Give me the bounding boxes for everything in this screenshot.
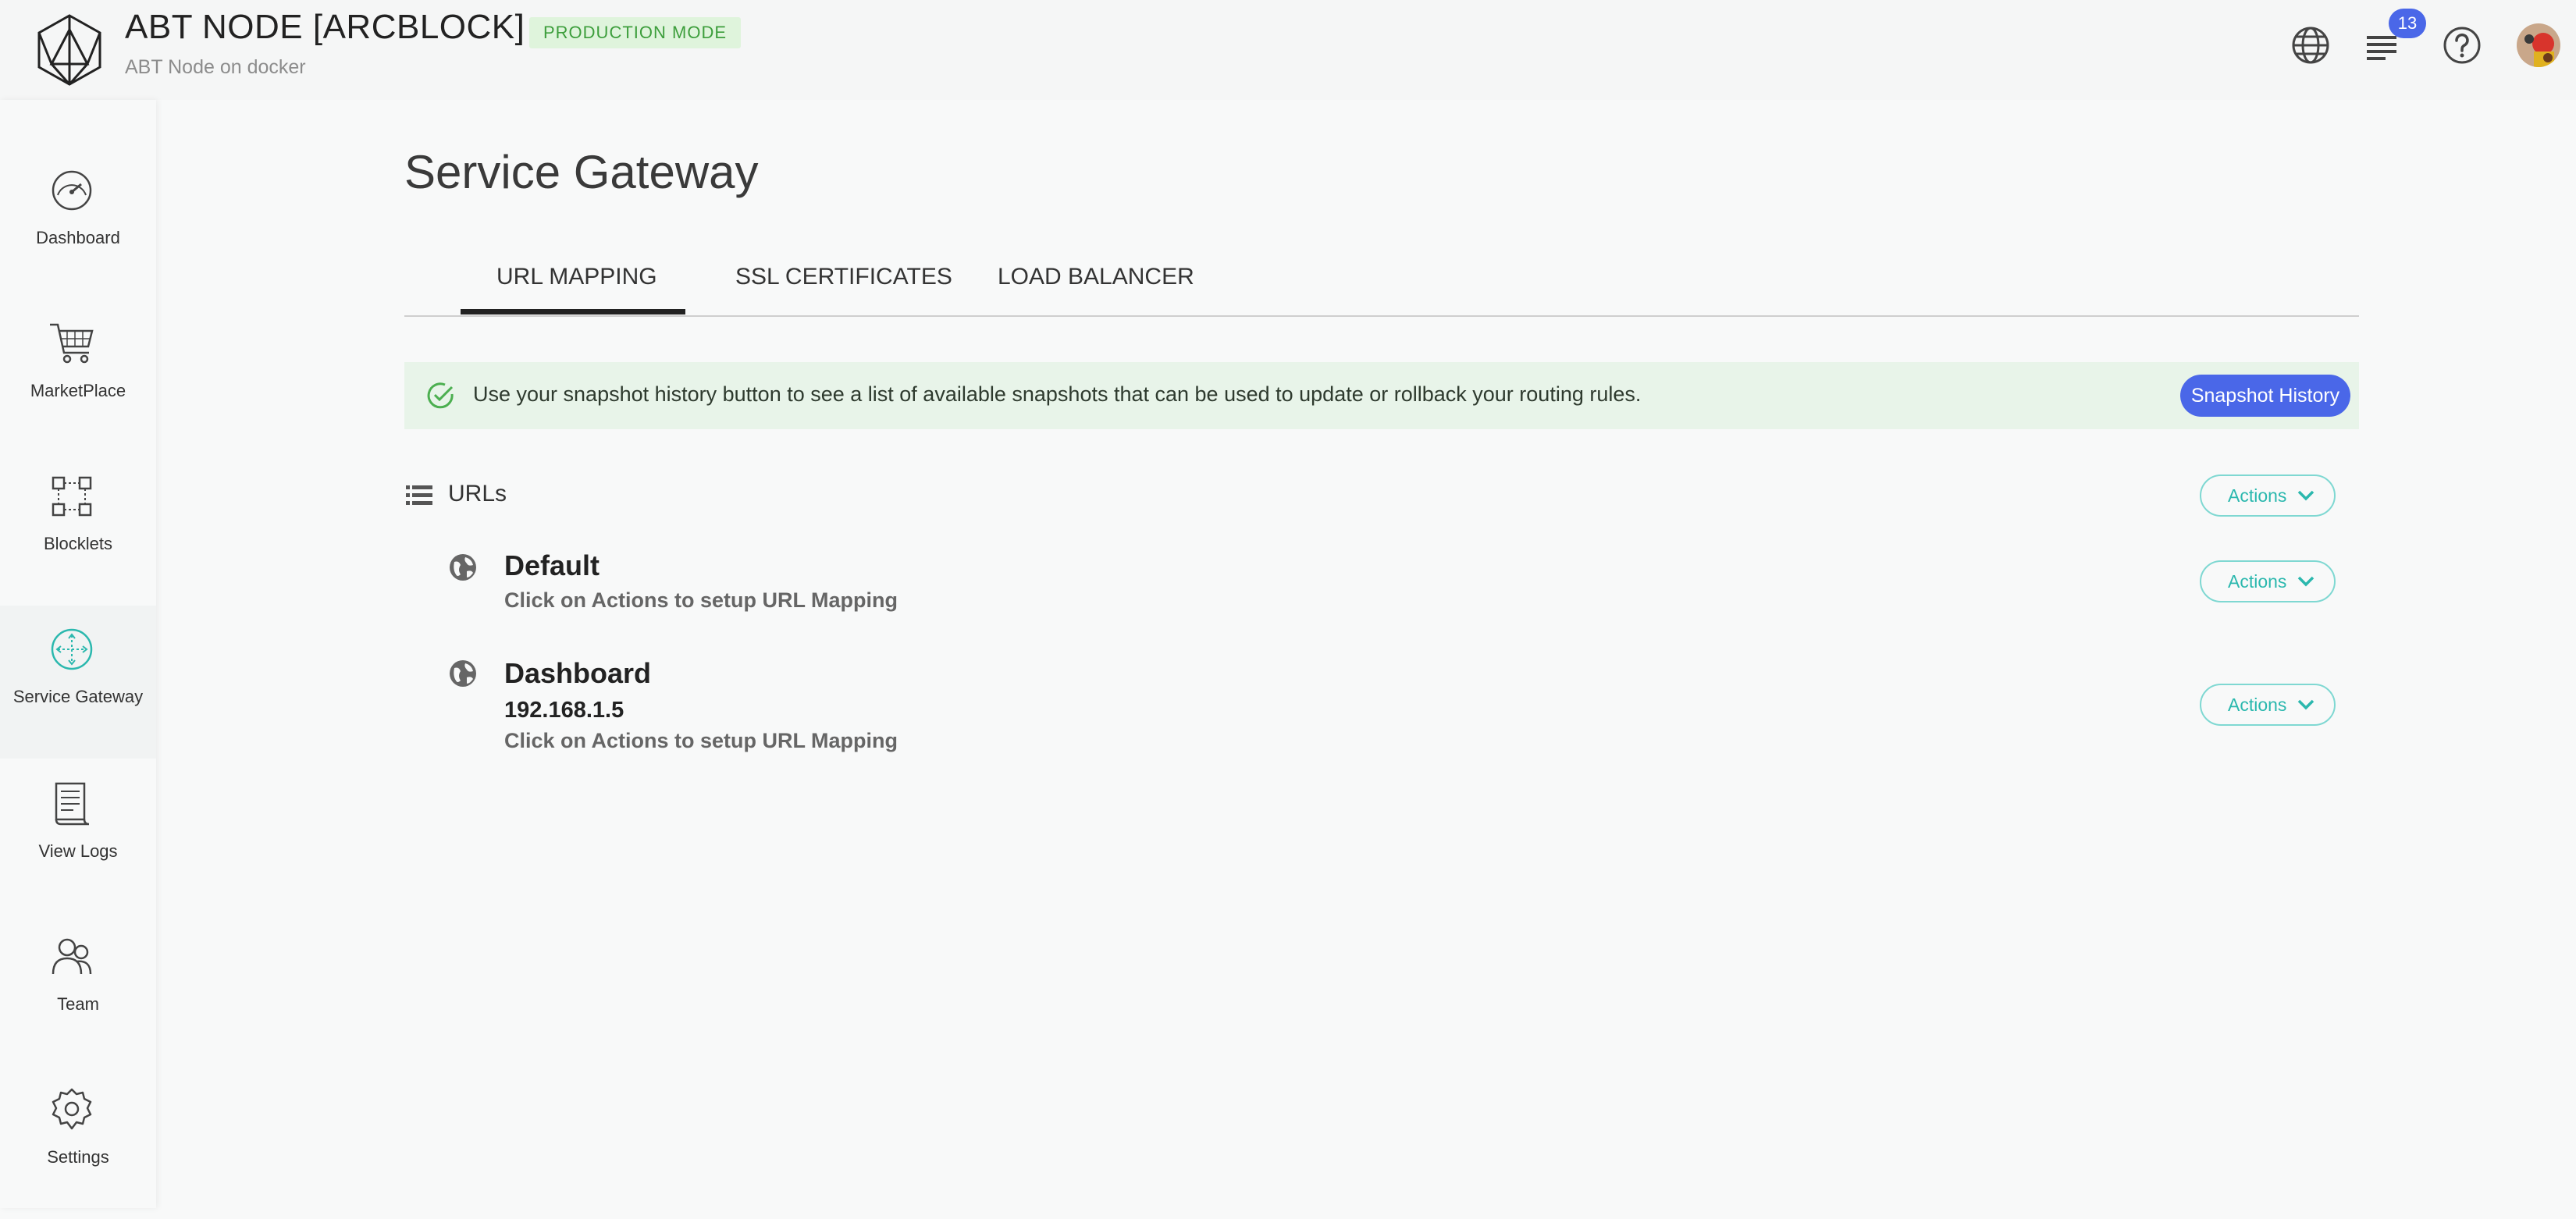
sidebar-item-label: Settings xyxy=(47,1147,109,1167)
tab-ssl-certificates[interactable]: SSL CERTIFICATES xyxy=(735,264,952,290)
list-icon xyxy=(406,484,432,507)
dashboard-actions-button[interactable]: Actions xyxy=(2200,684,2336,726)
speedometer-icon xyxy=(45,164,98,217)
sidebar-item-blocklets[interactable]: Blocklets xyxy=(0,453,156,606)
production-mode-badge: PRODUCTION MODE xyxy=(529,17,741,48)
globe-icon xyxy=(448,553,478,582)
sidebar-item-view-logs[interactable]: View Logs xyxy=(0,760,156,913)
sidebar: Dashboard MarketPlace Blocklets Service … xyxy=(0,100,156,1208)
globe-icon[interactable] xyxy=(2289,23,2332,67)
rule-ip-address: 192.168.1.5 xyxy=(504,698,624,723)
urls-actions-button[interactable]: Actions xyxy=(2200,474,2336,517)
rule-hint: Click on Actions to setup URL Mapping xyxy=(504,588,898,612)
logs-icon xyxy=(45,777,98,830)
alert-message: Use your snapshot history button to see … xyxy=(473,382,1642,406)
notifications-count-badge[interactable]: 13 xyxy=(2389,9,2426,38)
sidebar-item-service-gateway[interactable]: Service Gateway xyxy=(0,606,156,759)
default-actions-button[interactable]: Actions xyxy=(2200,560,2336,602)
sidebar-item-label: MarketPlace xyxy=(30,381,126,400)
rule-name-default: Default xyxy=(504,549,600,581)
active-tab-indicator xyxy=(461,309,685,315)
help-icon[interactable] xyxy=(2440,23,2484,67)
sidebar-item-marketplace[interactable]: MarketPlace xyxy=(0,300,156,453)
sidebar-item-label: Blocklets xyxy=(43,534,113,553)
urls-section-title: URLs xyxy=(448,481,507,506)
team-icon xyxy=(45,930,98,983)
sidebar-item-team[interactable]: Team xyxy=(0,913,156,1066)
sidebar-item-label: View Logs xyxy=(38,841,118,861)
actions-label: Actions xyxy=(2228,485,2287,506)
globe-icon xyxy=(448,659,478,688)
page-title: Service Gateway xyxy=(404,146,759,198)
chevron-down-icon xyxy=(2297,490,2314,501)
gateway-icon xyxy=(45,623,98,676)
sidebar-item-dashboard[interactable]: Dashboard xyxy=(0,147,156,300)
tab-load-balancer[interactable]: LOAD BALANCER xyxy=(998,264,1194,290)
check-circle-icon xyxy=(426,381,456,410)
gear-icon xyxy=(45,1083,98,1136)
user-avatar[interactable] xyxy=(2517,23,2560,67)
actions-label: Actions xyxy=(2228,571,2287,592)
app-title: ABT NODE [ARCBLOCK] xyxy=(125,8,525,46)
tab-bar: URL MAPPING SSL CERTIFICATES LOAD BALANC… xyxy=(404,248,2359,317)
app-header: ABT NODE [ARCBLOCK] PRODUCTION MODE ABT … xyxy=(0,0,2576,100)
tab-url-mapping[interactable]: URL MAPPING xyxy=(496,264,657,290)
rule-name-dashboard: Dashboard xyxy=(504,657,652,689)
arcblock-logo-icon[interactable] xyxy=(36,12,103,87)
actions-label: Actions xyxy=(2228,695,2287,715)
sidebar-item-label: Team xyxy=(57,994,99,1014)
cart-icon xyxy=(45,317,98,370)
app-subtitle: ABT Node on docker xyxy=(125,56,306,78)
sidebar-item-label: Service Gateway xyxy=(12,687,144,706)
snapshot-info-alert: Use your snapshot history button to see … xyxy=(404,362,2359,429)
rule-hint: Click on Actions to setup URL Mapping xyxy=(504,729,898,752)
sidebar-item-label: Dashboard xyxy=(36,228,120,247)
snapshot-history-button[interactable]: Snapshot History xyxy=(2180,375,2350,417)
blocks-icon xyxy=(45,470,98,523)
sidebar-item-settings[interactable]: Settings xyxy=(0,1066,156,1219)
chevron-down-icon xyxy=(2297,699,2314,710)
chevron-down-icon xyxy=(2297,576,2314,587)
